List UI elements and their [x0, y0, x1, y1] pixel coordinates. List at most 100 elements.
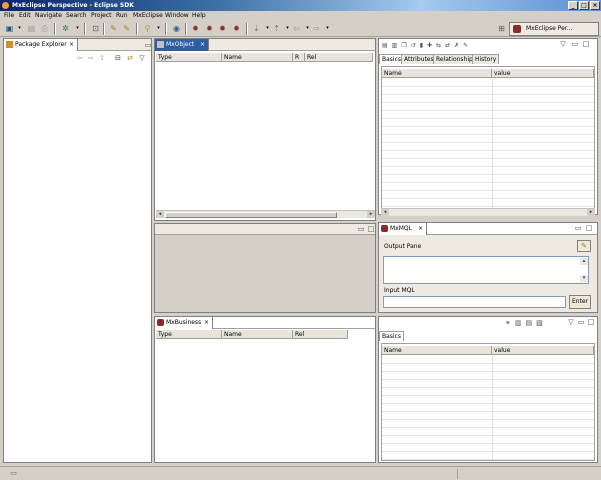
tab-package-explorer[interactable]: Package Explorer ×: [4, 39, 78, 51]
back-icon[interactable]: ⇦: [76, 54, 84, 62]
clear-output-button[interactable]: ✎: [577, 240, 591, 252]
tab-label: MxObject: [166, 41, 195, 48]
column-value[interactable]: value: [492, 346, 594, 355]
properties-table: Name value: [381, 343, 595, 461]
scrollbar-thumb[interactable]: [165, 212, 337, 218]
open-perspective-icon[interactable]: ⊞: [496, 23, 507, 34]
minimize-icon[interactable]: ▭: [574, 224, 582, 232]
subtab-relationship[interactable]: Relationship: [433, 54, 476, 64]
menu-file[interactable]: File: [4, 12, 14, 20]
close-icon[interactable]: ×: [69, 39, 74, 51]
view-menu-icon[interactable]: ▽: [138, 54, 146, 62]
output-pane[interactable]: ▴ ▾: [383, 256, 589, 284]
column-name[interactable]: Name: [222, 330, 293, 339]
debug-icon[interactable]: ✲: [60, 23, 71, 34]
open-task-icon[interactable]: ✎: [108, 23, 119, 34]
perspective-switcher[interactable]: MxEclipse Per...: [509, 22, 599, 36]
menu-help[interactable]: Help: [192, 12, 206, 20]
column-name[interactable]: Name: [382, 69, 492, 78]
up-icon[interactable]: ⇧: [98, 54, 106, 62]
column-type[interactable]: Type: [156, 330, 222, 339]
tab-mxmql[interactable]: MxMQL ×: [379, 223, 427, 235]
close-icon[interactable]: ×: [204, 317, 209, 329]
subtab-history[interactable]: History: [472, 54, 500, 64]
search-dropdown-icon[interactable]: ▾: [153, 23, 164, 34]
mx-bug-icon[interactable]: ✹: [204, 23, 215, 34]
close-window-button[interactable]: ×: [590, 1, 600, 10]
maximize-window-button[interactable]: □: [579, 1, 589, 10]
column-name[interactable]: Name: [222, 53, 293, 62]
scroll-up-icon[interactable]: ▴: [580, 258, 588, 265]
mx-bug-icon[interactable]: ✹: [190, 23, 201, 34]
forward-icon[interactable]: ⇨: [311, 23, 322, 34]
menu-search[interactable]: Search: [66, 12, 87, 20]
close-icon[interactable]: ×: [200, 39, 205, 51]
minimize-window-button[interactable]: _: [568, 1, 578, 10]
menu-run[interactable]: Run: [116, 12, 128, 20]
tab-mxobject[interactable]: MxObject ×: [155, 39, 209, 51]
column-value[interactable]: value: [492, 69, 594, 78]
minimize-icon[interactable]: ▭: [357, 225, 365, 233]
column-rel[interactable]: Rel: [305, 53, 373, 62]
column-rel[interactable]: Rel: [293, 330, 348, 339]
tab-label: MxBusiness: [166, 319, 202, 326]
next-annotation-icon[interactable]: ⇣: [251, 23, 262, 34]
tab-mxbusiness[interactable]: MxBusiness ×: [155, 317, 213, 329]
open-type-icon[interactable]: ⊡: [90, 23, 101, 34]
forward-icon[interactable]: ⇨: [87, 54, 95, 62]
scroll-left-icon[interactable]: ◂: [156, 211, 164, 218]
scroll-down-icon[interactable]: ▾: [580, 275, 588, 282]
input-mql-field[interactable]: [383, 296, 566, 308]
minimize-icon[interactable]: ▭: [571, 40, 579, 48]
forward-dropdown-icon[interactable]: ▾: [322, 23, 333, 34]
menu-bar: File Edit Navigate Search Project Run Mx…: [0, 11, 601, 21]
close-icon[interactable]: ×: [418, 223, 423, 235]
back-icon[interactable]: ⇦: [291, 23, 302, 34]
scroll-right-icon[interactable]: ▸: [587, 209, 595, 216]
debug-dropdown-icon[interactable]: ▾: [72, 23, 83, 34]
tab-label: Package Explorer: [15, 41, 67, 48]
minimize-icon[interactable]: ▭: [577, 318, 585, 326]
mxobject-icon: [157, 41, 164, 48]
menu-project[interactable]: Project: [91, 12, 112, 20]
column-name[interactable]: Name: [382, 346, 492, 355]
menu-mxeclipse[interactable]: MxEclipse: [133, 12, 163, 20]
connect-icon[interactable]: ◉: [171, 23, 182, 34]
subtab-attributes[interactable]: Attributes: [401, 54, 437, 64]
menu-edit[interactable]: Edit: [19, 12, 31, 20]
edit-task-icon[interactable]: ✎: [121, 23, 132, 34]
new-dropdown-icon[interactable]: ▾: [14, 23, 25, 34]
toolbar-separator: [185, 23, 187, 35]
properties-subtabs: Basics Attributes Relationship History: [379, 54, 599, 64]
view-menu-icon[interactable]: ▽: [567, 318, 575, 326]
menu-window[interactable]: Window: [165, 12, 189, 20]
maximize-icon[interactable]: □: [367, 225, 375, 233]
business-tools-icon[interactable]: ⚭▥▤▧: [505, 318, 565, 327]
property-tools-icon[interactable]: ▤▥❐↺▮✚⇆⇄✗✎: [382, 40, 562, 49]
mx-bug-icon[interactable]: ✹: [231, 23, 242, 34]
link-with-editor-icon[interactable]: ⇄: [126, 54, 134, 62]
horizontal-scrollbar[interactable]: ◂ ▸: [156, 210, 375, 218]
print-icon[interactable]: ⎙: [39, 23, 50, 34]
horizontal-scrollbar[interactable]: ◂ ▸: [381, 208, 595, 216]
maximize-icon[interactable]: □: [585, 224, 593, 232]
scroll-left-icon[interactable]: ◂: [381, 209, 389, 216]
enter-button[interactable]: Enter: [569, 295, 591, 309]
mx-bug-icon[interactable]: ✹: [217, 23, 228, 34]
maximize-icon[interactable]: □: [582, 40, 590, 48]
fast-view-icon[interactable]: ▭: [8, 468, 19, 479]
toolbar-separator: [165, 23, 167, 35]
subtab-basics[interactable]: Basics: [379, 331, 405, 341]
status-divider: [457, 469, 458, 479]
search-icon[interactable]: ⚲: [142, 23, 153, 34]
previous-annotation-icon[interactable]: ⇡: [271, 23, 282, 34]
column-type[interactable]: Type: [156, 53, 222, 62]
mxobject-view: MxObject × Type Name R Rel ◂ ▸: [154, 38, 376, 221]
menu-navigate[interactable]: Navigate: [35, 12, 62, 20]
save-icon[interactable]: ▤: [26, 23, 37, 34]
column-r[interactable]: R: [293, 53, 305, 62]
scroll-right-icon[interactable]: ▸: [367, 211, 375, 218]
maximize-icon[interactable]: □: [587, 318, 595, 326]
collapse-all-icon[interactable]: ⊟: [114, 54, 122, 62]
minimize-icon[interactable]: ▭: [144, 41, 152, 49]
